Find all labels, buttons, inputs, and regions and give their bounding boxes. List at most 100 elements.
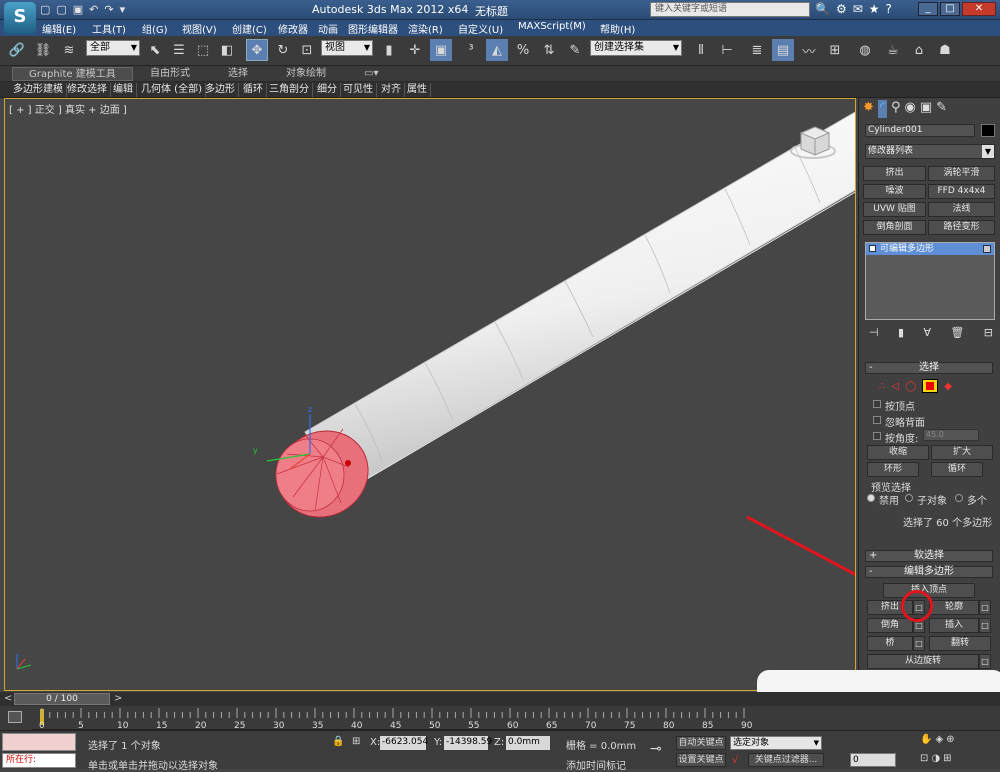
angle-spinner[interactable]: 45.0 <box>923 429 979 441</box>
bind-space-warp-icon[interactable]: ≋ <box>58 39 80 61</box>
scale-icon[interactable]: ⊡ <box>296 39 318 61</box>
time-slider-thumb[interactable]: 0 / 100 <box>14 693 110 705</box>
select-object-icon[interactable]: ⬉ <box>144 39 166 61</box>
percent-snap-icon[interactable]: % <box>512 39 534 61</box>
menu-customize[interactable]: 自定义(U) <box>458 21 503 36</box>
help-icons[interactable]: 🔍⚙✉★? <box>815 2 898 16</box>
modifier-list-dropdown[interactable]: 修改器列表 ▼ <box>865 144 995 159</box>
polygon-mode-icon[interactable] <box>922 379 939 393</box>
maximize-button[interactable]: □ <box>940 2 960 16</box>
modifier-bevel-profile-button[interactable]: 倒角剖面 <box>863 220 926 235</box>
bevel-button[interactable]: 倒角 <box>867 618 913 633</box>
panel-triangulation[interactable]: 三角剖分 <box>266 83 313 97</box>
panel-visibility[interactable]: 可见性 <box>340 83 377 97</box>
link-icon[interactable]: 🔗 <box>6 39 28 61</box>
unlink-icon[interactable]: ⛓ <box>32 39 54 61</box>
menu-group[interactable]: 组(G) <box>142 21 168 36</box>
ignore-backfacing-checkbox[interactable] <box>873 416 881 424</box>
inset-button[interactable]: 插入 <box>929 618 979 633</box>
menu-rendering[interactable]: 渲染(R) <box>408 21 443 36</box>
ring-button[interactable]: 环形 <box>867 462 919 477</box>
time-slider[interactable]: < 0 / 100 > <box>0 692 1000 706</box>
current-line-box[interactable]: 所在行: <box>2 753 76 768</box>
viewport-nav-icons-2[interactable]: ⊡◑⊞ <box>920 753 954 764</box>
z-coordinate-field[interactable]: 0.0mm <box>506 736 550 750</box>
tab-object-paint[interactable]: 对象绘制 <box>280 67 332 81</box>
inset-settings-button[interactable]: □ <box>979 618 991 633</box>
preview-multi-radio[interactable] <box>955 494 963 502</box>
key-filters-button[interactable]: 关键点过滤器... <box>748 753 824 767</box>
utilities-tab-icon[interactable]: ✎ <box>936 100 947 118</box>
outline-button[interactable]: 轮廓 <box>929 600 979 615</box>
element-mode-icon[interactable]: ◆ <box>944 381 952 392</box>
add-time-tag-text[interactable]: 添加时间标记 <box>566 757 626 772</box>
rotate-icon[interactable]: ↻ <box>272 39 294 61</box>
pin-stack-icon[interactable]: ⊣ <box>869 326 879 339</box>
by-vertex-checkbox[interactable] <box>873 400 881 408</box>
mirror-icon[interactable]: ⫴ <box>690 39 712 61</box>
menu-tools[interactable]: 工具(T) <box>92 21 126 36</box>
menu-animation[interactable]: 动画 <box>318 21 338 36</box>
preview-disabled-radio[interactable] <box>867 494 875 502</box>
panel-polygon-modeling[interactable]: 多边形建模 <box>10 83 67 97</box>
panel-modify-selection[interactable]: 修改选择 <box>64 83 111 97</box>
keyboard-shortcut-icon[interactable]: ▣ <box>430 39 452 61</box>
shrink-button[interactable]: 收缩 <box>867 445 929 460</box>
tab-graphite-modeling[interactable]: Graphite 建模工具 <box>12 67 133 81</box>
modifier-normal-button[interactable]: 法线 <box>928 202 995 217</box>
absolute-mode-icon[interactable]: ⊞ <box>352 736 360 747</box>
panel-geometry-all[interactable]: 几何体 (全部) <box>138 83 206 97</box>
menu-maxscript[interactable]: MAXScript(M) <box>518 21 586 32</box>
modifier-turbosmooth-button[interactable]: 涡轮平滑 <box>928 166 995 181</box>
move-icon[interactable]: ✥ <box>246 39 268 61</box>
loop-button[interactable]: 循环 <box>931 462 983 477</box>
set-key-mode-icon[interactable]: √ <box>732 755 738 766</box>
ribbon-options-icon[interactable]: ▭▾ <box>358 67 384 81</box>
set-key-button[interactable]: 设置关键点 <box>676 753 726 767</box>
bridge-button[interactable]: 桥 <box>867 636 913 651</box>
modifier-stack[interactable]: 可编辑多边形 <box>865 242 995 320</box>
hinge-from-edge-button[interactable]: 从边旋转 <box>867 654 979 669</box>
close-button[interactable]: ✕ <box>962 2 996 16</box>
menu-help[interactable]: 帮助(H) <box>600 21 635 36</box>
stack-expand-icon[interactable] <box>869 245 876 252</box>
stack-item-editable-poly[interactable]: 可编辑多边形 <box>866 243 994 255</box>
mini-curve-editor-icon[interactable] <box>8 711 22 723</box>
graphite-toggle-icon[interactable]: ▤ <box>772 39 794 61</box>
selection-rollout-header[interactable]: - 选择 <box>865 362 993 374</box>
hierarchy-tab-icon[interactable]: ⚲ <box>891 100 901 118</box>
search-input[interactable]: 键入关键字或短语 <box>650 2 810 17</box>
named-selection-dropdown[interactable]: 创建选择集 ▼ <box>590 40 682 56</box>
configure-sets-icon[interactable]: ⊟ <box>984 326 993 339</box>
panel-properties[interactable]: 属性 <box>404 83 431 97</box>
spinner-snap-icon[interactable]: ⇅ <box>538 39 560 61</box>
x-coordinate-field[interactable]: -6623.054 <box>380 736 428 750</box>
reference-coord-dropdown[interactable]: 视图 ▼ <box>321 40 373 56</box>
menu-edit[interactable]: 编辑(E) <box>42 21 76 36</box>
menu-modifiers[interactable]: 修改器 <box>278 21 308 36</box>
make-unique-icon[interactable]: ∀ <box>923 326 931 339</box>
outline-settings-button[interactable]: □ <box>979 600 991 615</box>
edge-mode-icon[interactable]: ◁ <box>891 381 899 392</box>
selected-objects-dropdown[interactable]: 选定对象 ▼ <box>730 736 822 750</box>
vertex-mode-icon[interactable]: ∴ <box>879 381 885 392</box>
snap-3d-icon[interactable]: ³ <box>460 39 482 61</box>
edit-named-selection-icon[interactable]: ✎ <box>564 39 586 61</box>
bridge-settings-button[interactable]: □ <box>913 636 925 651</box>
motion-tab-icon[interactable]: ◉ <box>904 100 915 118</box>
select-by-name-icon[interactable]: ☰ <box>168 39 190 61</box>
flip-button[interactable]: 翻转 <box>929 636 991 651</box>
object-name-field[interactable]: Cylinder001 <box>865 124 975 137</box>
edit-polygons-rollout-header[interactable]: - 编辑多边形 <box>865 566 993 578</box>
modify-tab-icon[interactable]: ◜ <box>877 100 887 118</box>
hinge-settings-button[interactable]: □ <box>979 654 991 669</box>
material-editor-icon[interactable]: ◍ <box>854 39 876 61</box>
key-icon[interactable]: ⊸ <box>650 741 662 757</box>
menu-views[interactable]: 视图(V) <box>182 21 217 36</box>
modifier-uvw-map-button[interactable]: UVW 贴图 <box>863 202 926 217</box>
tab-selection[interactable]: 选择 <box>222 67 254 81</box>
selection-filter-dropdown[interactable]: 全部 ▼ <box>86 40 140 56</box>
modifier-path-deform-button[interactable]: 路径变形 <box>928 220 995 235</box>
curve-editor-icon[interactable]: 〰 <box>798 39 820 61</box>
viewport-nav-icons[interactable]: ✋◈⊕ <box>920 734 958 745</box>
